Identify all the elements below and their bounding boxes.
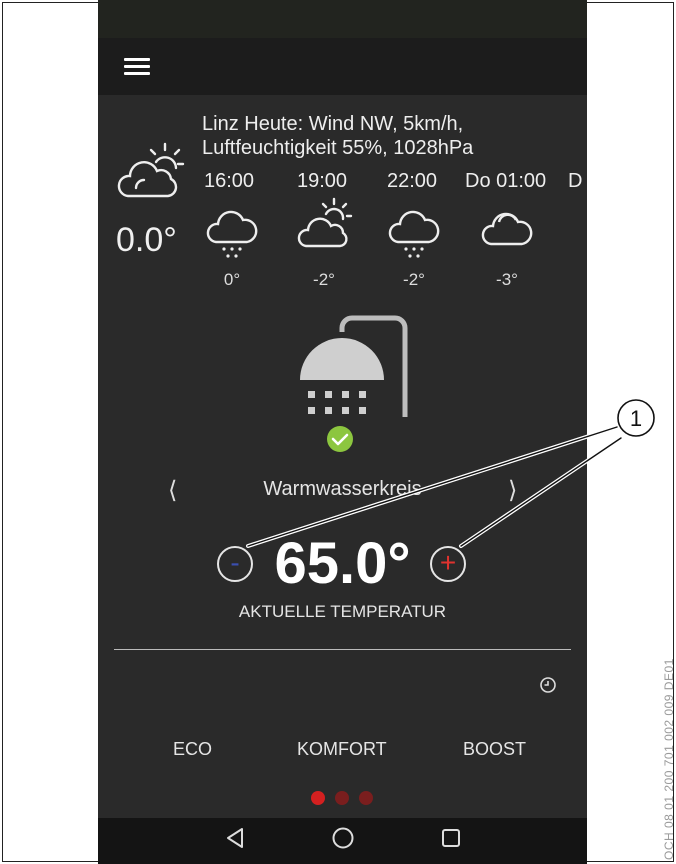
phone-screen: Linz Heute: Wind NW, 5km/h, Luftfeuchtig… [98, 0, 587, 864]
partly-cloudy-icon [117, 142, 185, 198]
shower-icon [300, 315, 408, 417]
forecast-temp: -2° [403, 270, 425, 289]
check-icon [327, 426, 353, 452]
clock-icon[interactable] [539, 676, 557, 694]
mode-eco[interactable]: ECO [173, 739, 212, 760]
partly-cloudy-icon [297, 197, 353, 248]
forecast-time: Do 01:00 [465, 170, 547, 192]
status-bar [98, 0, 587, 38]
cloud-icon [481, 212, 533, 246]
android-nav-bar [98, 818, 587, 864]
page-dot[interactable] [359, 791, 373, 805]
figure-code: OCH 08 01 200 701 002 009 DE01 [662, 430, 676, 860]
forecast-time: D [568, 170, 583, 192]
target-temperature: 65.0° [274, 531, 411, 596]
back-icon[interactable] [224, 826, 246, 850]
figure-code-text: OCH 08 01 200 701 002 009 DE01 [662, 658, 676, 860]
increase-temperature-button[interactable]: + [430, 546, 466, 582]
mode-komfort[interactable]: KOMFORT [297, 739, 387, 760]
weather-line-2: Luftfeuchtigkeit 55%, 1028hPa [202, 137, 474, 159]
forecast-time: 22:00 [387, 170, 438, 192]
circuit-selector: ⟨ Warmwasserkreis ⟩ [98, 476, 587, 506]
snow-cloud-icon [388, 210, 440, 258]
weather-summary: Linz Heute: Wind NW, 5km/h, Luftfeuchtig… [202, 112, 572, 160]
forecast-time: 19:00 [297, 170, 348, 192]
mode-boost[interactable]: BOOST [463, 739, 526, 760]
weather-line-1: Linz Heute: Wind NW, 5km/h, [202, 113, 464, 135]
home-icon[interactable] [331, 826, 355, 850]
menu-icon[interactable] [124, 58, 152, 76]
snow-cloud-icon [206, 210, 258, 258]
divider [114, 649, 571, 650]
forecast-temp: 0° [223, 270, 241, 289]
page-dot-active[interactable] [311, 791, 325, 805]
app-bar [98, 38, 587, 95]
forecast-temp: -3° [496, 270, 518, 289]
forecast-temp: -2° [313, 270, 335, 289]
current-temperature: 0.0° [116, 221, 177, 259]
next-circuit-button[interactable]: ⟩ [508, 476, 517, 505]
page-dot[interactable] [335, 791, 349, 805]
temperature-label: AKTUELLE TEMPERATUR [238, 602, 447, 621]
recents-icon[interactable] [440, 826, 462, 850]
forecast-time: 16:00 [204, 170, 255, 192]
